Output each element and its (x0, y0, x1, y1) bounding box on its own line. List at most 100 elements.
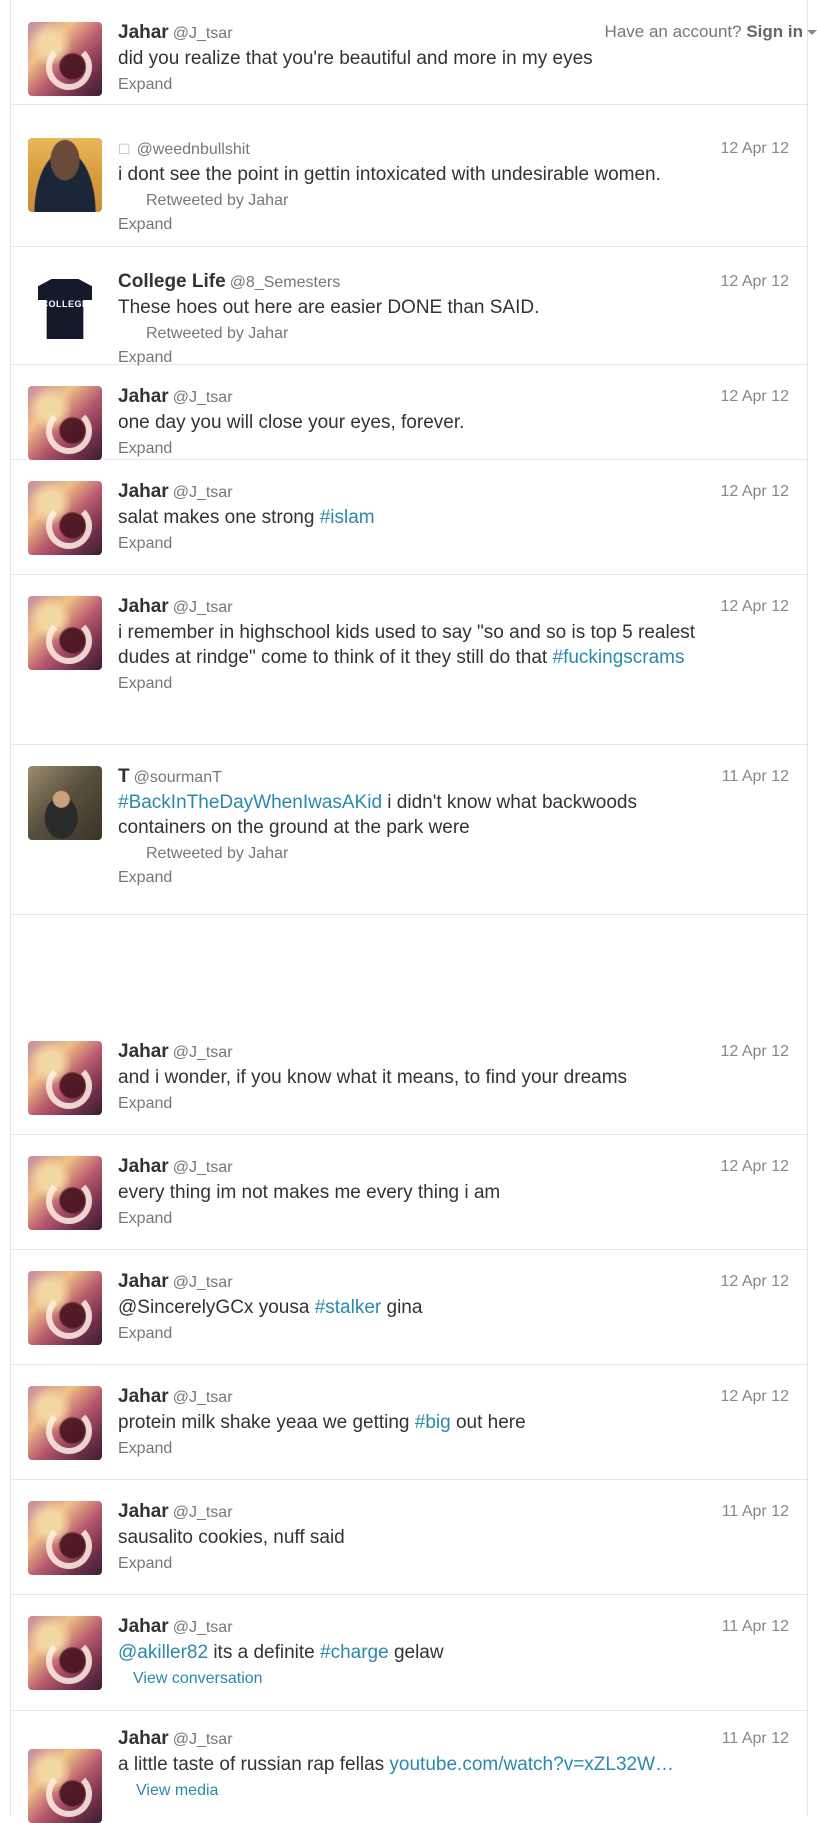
tweet-item[interactable]: Jahar @J_tsar 11 Apr 12 a little taste of… (11, 1711, 807, 1823)
tweet-timestamp[interactable]: 12 Apr 12 (721, 596, 790, 618)
expand-link[interactable]: Expand (118, 1209, 789, 1229)
tweet-handle[interactable]: @J_tsar (173, 1619, 233, 1636)
expand-link[interactable]: Expand (118, 1439, 789, 1459)
mention-link[interactable]: @akiller82 (118, 1642, 208, 1663)
retweeted-by-label[interactable]: Retweeted by Jahar (146, 325, 288, 342)
tweet-handle[interactable]: @sourmanT (134, 769, 222, 786)
expand-link[interactable]: Expand (118, 215, 789, 235)
tweet-fullname[interactable]: Jahar (118, 1041, 169, 1062)
sign-in-button[interactable]: Sign in (746, 22, 803, 41)
tweet-item[interactable]: Jahar @J_tsar 12 Apr 12 i remember in hig… (11, 575, 807, 745)
tweet-handle[interactable]: @J_tsar (173, 1731, 233, 1748)
tweet-handle[interactable]: @J_tsar (173, 25, 233, 42)
tweet-item[interactable]: ☐ @weednbullshit 12 Apr 12 i dont see the… (11, 105, 807, 247)
avatar[interactable] (28, 1041, 102, 1115)
tweet-item[interactable]: Jahar @J_tsar 12 Apr 12 salat makes one s… (11, 460, 807, 575)
avatar[interactable] (28, 596, 102, 670)
tweet-timestamp[interactable]: 11 Apr 12 (722, 1501, 789, 1523)
tweet-fullname[interactable]: Jahar (118, 1156, 169, 1177)
url-link[interactable]: youtube.com/watch?v=xZL32W… (389, 1754, 674, 1775)
view-conversation-link[interactable]: View conversation (133, 1669, 789, 1689)
hashtag-link[interactable]: #islam (320, 507, 375, 528)
tweet-text-body: and i wonder, if you know what it means,… (118, 1067, 628, 1088)
avatar[interactable] (28, 22, 102, 96)
tweet-handle[interactable]: @J_tsar (173, 599, 233, 616)
tweet-header: ☐ @weednbullshit 12 Apr 12 (118, 138, 789, 160)
expand-link[interactable]: Expand (118, 534, 789, 554)
tweet-item[interactable]: Jahar @J_tsar 12 Apr 12 every thing im no… (11, 1135, 807, 1250)
avatar[interactable] (28, 1271, 102, 1345)
avatar[interactable] (28, 1616, 102, 1690)
tweet-handle[interactable]: @J_tsar (173, 1044, 233, 1061)
avatar[interactable]: COLLEGE (28, 271, 102, 345)
expand-link[interactable]: Expand (118, 439, 789, 459)
avatar[interactable] (28, 138, 102, 212)
tweet-timestamp[interactable]: 12 Apr 12 (721, 1156, 790, 1178)
tweet-fullname[interactable]: T (118, 766, 130, 787)
tweet-timestamp[interactable]: 11 Apr 12 (722, 766, 789, 788)
tweet-timestamp[interactable]: 12 Apr 12 (721, 1386, 790, 1408)
chevron-down-icon[interactable] (807, 30, 817, 36)
avatar[interactable] (28, 481, 102, 555)
tweet-item[interactable]: Jahar @J_tsar 12 Apr 12 one day you will … (11, 365, 807, 460)
hashtag-link[interactable]: #fuckingscrams (553, 647, 685, 668)
tweet-item[interactable]: Jahar @J_tsar 11 Apr 12 sausalito cookies… (11, 1480, 807, 1595)
tweet-fullname[interactable]: College Life (118, 271, 226, 292)
expand-link[interactable]: Expand (118, 75, 789, 95)
tweet-text: i remember in highschool kids used to sa… (118, 620, 708, 670)
tweet-item[interactable]: T @sourmanT 11 Apr 12 #BackInTheDayWhenIw… (11, 745, 807, 915)
tweet-handle[interactable]: @J_tsar (173, 484, 233, 501)
expand-link[interactable]: Expand (118, 1554, 789, 1574)
tweet-fullname[interactable]: Jahar (118, 1728, 169, 1749)
tweet-timestamp[interactable]: 12 Apr 12 (721, 1271, 790, 1293)
tweet-fullname[interactable]: Jahar (118, 22, 169, 43)
tweet-text: and i wonder, if you know what it means,… (118, 1065, 708, 1090)
expand-link[interactable]: Expand (118, 1324, 789, 1344)
tweet-item[interactable]: Jahar @J_tsar 12 Apr 12 @SincerelyGCx you… (11, 1250, 807, 1365)
tweet-timestamp[interactable]: 12 Apr 12 (721, 138, 790, 160)
avatar[interactable] (28, 1501, 102, 1575)
tweet-handle[interactable]: @J_tsar (173, 389, 233, 406)
avatar[interactable] (28, 766, 102, 840)
tweet-fullname[interactable]: Jahar (118, 386, 169, 407)
tweet-fullname[interactable]: Jahar (118, 1616, 169, 1637)
expand-link[interactable]: Expand (118, 868, 789, 888)
hashtag-link[interactable]: #big (415, 1412, 451, 1433)
avatar[interactable] (28, 1386, 102, 1460)
tweet-text-body: These hoes out here are easier DONE than… (118, 297, 540, 318)
tweet-handle[interactable]: @J_tsar (173, 1389, 233, 1406)
hashtag-link[interactable]: #stalker (315, 1297, 382, 1318)
tweet-fullname[interactable]: Jahar (118, 1501, 169, 1522)
tweet-timestamp[interactable]: 11 Apr 12 (722, 1616, 789, 1638)
tweet-item[interactable]: Jahar @J_tsar 12 Apr 12 and i wonder, if … (11, 1020, 807, 1135)
hashtag-link[interactable]: #BackInTheDayWhenIwasAKid (118, 792, 382, 813)
tweet-timestamp[interactable]: 11 Apr 12 (722, 1728, 789, 1750)
retweeted-by-label[interactable]: Retweeted by Jahar (146, 192, 288, 209)
avatar[interactable] (28, 1156, 102, 1230)
tweet-handle[interactable]: @weednbullshit (137, 141, 250, 158)
tweet-timestamp[interactable]: 12 Apr 12 (721, 481, 790, 503)
tweet-handle[interactable]: @J_tsar (173, 1274, 233, 1291)
expand-link[interactable]: Expand (118, 674, 789, 694)
tweet-handle[interactable]: @8_Semesters (230, 274, 341, 291)
retweeted-by: Retweeted by Jahar (142, 191, 789, 211)
tweet-item[interactable]: Jahar @J_tsar did you realize that you're… (11, 0, 807, 105)
view-media-link[interactable]: View media (136, 1781, 789, 1801)
retweeted-by-label[interactable]: Retweeted by Jahar (146, 845, 288, 862)
tweet-handle[interactable]: @J_tsar (173, 1504, 233, 1521)
hashtag-link[interactable]: #charge (320, 1642, 389, 1663)
tweet-timestamp[interactable]: 12 Apr 12 (721, 271, 790, 293)
tweet-fullname[interactable]: Jahar (118, 1271, 169, 1292)
tweet-fullname[interactable]: Jahar (118, 1386, 169, 1407)
avatar[interactable] (28, 1749, 102, 1823)
tweet-handle[interactable]: @J_tsar (173, 1159, 233, 1176)
expand-link[interactable]: Expand (118, 1094, 789, 1114)
tweet-fullname[interactable]: Jahar (118, 596, 169, 617)
tweet-item[interactable]: COLLEGE College Life @8_Semesters 12 Apr … (11, 247, 807, 366)
tweet-timestamp[interactable]: 12 Apr 12 (721, 1041, 790, 1063)
tweet-item[interactable]: Jahar @J_tsar 12 Apr 12 protein milk shak… (11, 1365, 807, 1480)
avatar[interactable] (28, 386, 102, 460)
tweet-item[interactable]: Jahar @J_tsar 11 Apr 12 @akiller82 its a … (11, 1595, 807, 1711)
tweet-timestamp[interactable]: 12 Apr 12 (721, 386, 790, 408)
tweet-fullname[interactable]: Jahar (118, 481, 169, 502)
